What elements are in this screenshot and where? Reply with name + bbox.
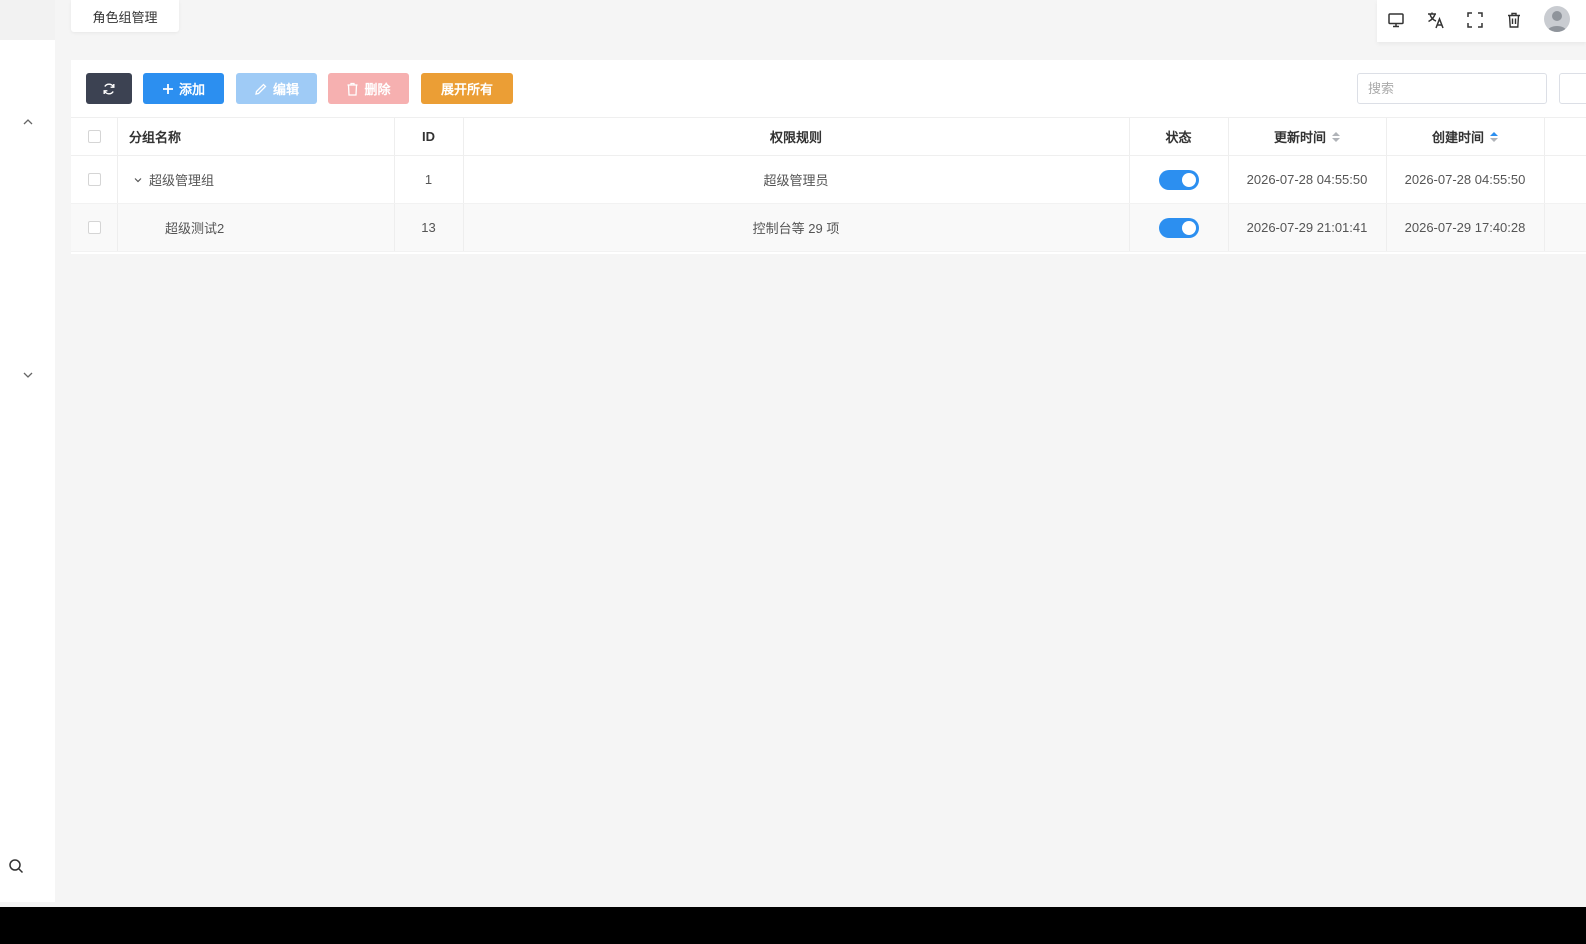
chevron-down-icon[interactable]	[133, 175, 147, 185]
translate-icon[interactable]	[1425, 9, 1447, 31]
expand-all-button[interactable]: 展开所有	[421, 73, 513, 104]
header-updated-label: 更新时间	[1273, 130, 1326, 145]
monitor-icon[interactable]	[1385, 9, 1407, 31]
row-checkbox-cell	[71, 204, 117, 251]
tab-role-group[interactable]: 角色组管理	[71, 0, 179, 32]
add-button-label: 添加	[178, 82, 205, 97]
main-panel: 添加 编辑 删除 展开所有 分组名称 ID 权限规则 状态 更新时间 创建时间	[71, 60, 1586, 254]
table-header: 分组名称 ID 权限规则 状态 更新时间 创建时间	[71, 117, 1586, 156]
table-row[interactable]: 超级测试2 13 控制台等 29 项 2026-07-29 21:01:41 2…	[71, 204, 1586, 252]
row-checkbox-cell	[71, 156, 117, 203]
edit-button-label: 编辑	[272, 82, 299, 97]
header-rules: 权限规则	[769, 130, 822, 145]
status-toggle[interactable]	[1158, 217, 1199, 238]
sort-icon[interactable]	[1332, 131, 1340, 142]
row-id: 1	[424, 172, 433, 187]
row-status-cell	[1129, 156, 1228, 203]
row-name: 超级测试2	[165, 221, 225, 236]
row-name-cell: 超级管理组	[133, 156, 383, 203]
pencil-icon	[255, 83, 267, 95]
search-input[interactable]	[1357, 73, 1547, 104]
row-updated: 2026-07-28 04:55:50	[1246, 172, 1368, 187]
left-rail	[0, 0, 55, 902]
fullscreen-icon[interactable]	[1464, 9, 1486, 31]
header-name: 分组名称	[129, 130, 182, 145]
header-status: 状态	[1165, 130, 1192, 145]
row-created: 2026-07-28 04:55:50	[1404, 172, 1526, 187]
delete-button[interactable]: 删除	[328, 73, 409, 104]
edit-button[interactable]: 编辑	[236, 73, 317, 104]
expand-all-label: 展开所有	[440, 82, 493, 97]
trash-icon	[347, 82, 358, 96]
header-created-label: 创建时间	[1431, 130, 1484, 145]
avatar[interactable]	[1544, 6, 1570, 32]
row-status-cell	[1129, 204, 1228, 251]
row-checkbox[interactable]	[87, 221, 101, 234]
trash-icon[interactable]	[1503, 9, 1525, 31]
delete-button-label: 删除	[364, 82, 391, 97]
bottom-bar	[0, 907, 1586, 944]
row-name: 超级管理组	[149, 173, 215, 188]
refresh-button[interactable]	[86, 73, 132, 104]
select-all-checkbox[interactable]	[87, 130, 101, 143]
refresh-icon	[103, 83, 115, 94]
row-created: 2026-07-29 17:40:28	[1404, 220, 1526, 235]
row-checkbox[interactable]	[87, 173, 101, 186]
row-id: 13	[421, 220, 436, 235]
chevron-up-icon[interactable]	[18, 112, 38, 132]
toolbar-extra-button[interactable]	[1559, 73, 1586, 104]
table-row[interactable]: 超级管理组 1 超级管理员 2026-07-28 04:55:50 2026-0…	[71, 156, 1586, 204]
sort-icon[interactable]	[1490, 131, 1498, 142]
header-id: ID	[422, 129, 435, 144]
select-all-cell	[71, 118, 117, 155]
add-button[interactable]: 添加	[143, 73, 224, 104]
status-toggle[interactable]	[1158, 169, 1199, 190]
plus-icon	[162, 83, 173, 94]
row-rules: 超级管理员	[763, 173, 829, 188]
chevron-down-icon[interactable]	[18, 365, 38, 385]
header-created[interactable]: 创建时间	[1386, 118, 1544, 155]
header-updated[interactable]: 更新时间	[1228, 118, 1386, 155]
row-rules: 控制台等 29 项	[752, 221, 840, 236]
row-updated: 2026-07-29 21:01:41	[1246, 220, 1368, 235]
search-icon[interactable]	[6, 856, 26, 876]
rail-top	[0, 0, 55, 40]
